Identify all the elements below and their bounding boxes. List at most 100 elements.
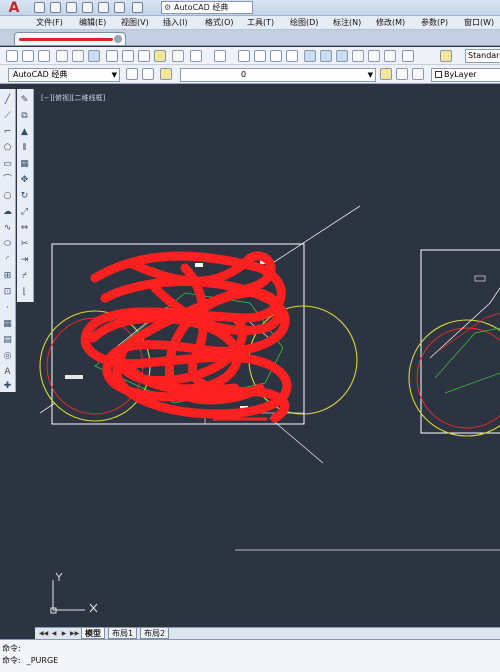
color-combo[interactable]: ByLayer	[431, 68, 500, 82]
zoom-realtime-icon[interactable]	[254, 50, 266, 62]
layer-properties-icon[interactable]	[142, 68, 154, 80]
plot-preview-icon[interactable]	[72, 50, 84, 62]
rectangle-icon[interactable]: ▭	[2, 159, 13, 170]
redo-icon[interactable]	[214, 50, 226, 62]
first-tab-icon[interactable]: ◀◀	[39, 629, 48, 638]
make-current-layer-icon[interactable]	[380, 68, 392, 80]
menu-insert[interactable]: 插入(I)	[163, 17, 188, 29]
tab-model[interactable]: 模型	[81, 628, 105, 639]
multiline-text-icon[interactable]: A	[2, 367, 13, 378]
menu-edit[interactable]: 编辑(E)	[79, 17, 106, 29]
zoom-window-icon[interactable]	[270, 50, 282, 62]
menu-parametric[interactable]: 参数(P)	[421, 17, 448, 29]
region-icon[interactable]: ◎	[2, 351, 13, 362]
line-icon[interactable]: ╱	[2, 95, 13, 106]
zoom-previous-icon[interactable]	[286, 50, 298, 62]
move-icon[interactable]: ✥	[19, 175, 30, 186]
menu-window[interactable]: 窗口(W)	[464, 17, 494, 29]
mirror-icon[interactable]: ▲	[19, 127, 30, 138]
frame-lines	[434, 327, 500, 379]
arc-icon[interactable]: ⌒	[2, 175, 13, 186]
save-icon[interactable]	[38, 50, 50, 62]
erase-icon[interactable]: ✎	[19, 95, 30, 106]
plot-icon[interactable]	[56, 50, 68, 62]
tab-layout2[interactable]: 布局2	[140, 628, 170, 639]
new-file-icon[interactable]	[34, 2, 45, 13]
menu-file[interactable]: 文件(F)	[36, 17, 63, 29]
save-as-icon[interactable]	[82, 2, 93, 13]
add-selected-icon[interactable]: ✚	[2, 381, 13, 392]
offset-icon[interactable]: ⫴	[19, 143, 30, 154]
undo-icon[interactable]	[114, 2, 125, 13]
layer-combo[interactable]: 0 ▼	[180, 68, 376, 82]
stretch-icon[interactable]: ⇔	[19, 223, 30, 234]
pan-icon[interactable]	[238, 50, 250, 62]
menu-modify[interactable]: 修改(M)	[376, 17, 405, 29]
print-icon[interactable]	[98, 2, 109, 13]
layer-previous-icon[interactable]	[396, 68, 408, 80]
fillet-icon[interactable]: ⌊	[19, 287, 30, 298]
ellipse-arc-icon[interactable]: ◜	[2, 255, 13, 266]
hatch-icon[interactable]: ▦	[2, 319, 13, 330]
menu-format[interactable]: 格式(O)	[205, 17, 234, 29]
close-tab-icon[interactable]	[114, 35, 122, 43]
spline-icon[interactable]: ∿	[2, 223, 13, 234]
redo-icon[interactable]	[132, 2, 143, 13]
markup-icon[interactable]	[368, 50, 380, 62]
publish-icon[interactable]	[88, 50, 100, 62]
point-icon[interactable]: ·	[2, 303, 13, 314]
menu-dimension[interactable]: 标注(N)	[333, 17, 361, 29]
circle-icon[interactable]: ○	[2, 191, 13, 202]
previous-tab-icon[interactable]: ◀	[50, 629, 58, 638]
revision-cloud-icon[interactable]: ☁	[2, 207, 13, 218]
trim-icon[interactable]: ✂	[19, 239, 30, 250]
workspace-switcher[interactable]: ⚙ AutoCAD 经典	[161, 1, 253, 14]
text-style-combo[interactable]: Standard	[465, 49, 500, 63]
insert-block-icon[interactable]: ⊞	[2, 271, 13, 282]
polygon-icon[interactable]: ⬠	[2, 143, 13, 154]
extend-icon[interactable]: ⇥	[19, 255, 30, 266]
match-properties-icon[interactable]	[154, 50, 166, 62]
construction-line-icon[interactable]: ⟋	[2, 111, 13, 122]
tab-layout1[interactable]: 布局1	[108, 628, 138, 639]
text-style-icon[interactable]	[440, 50, 452, 62]
command-line[interactable]: 命令: 命令: _PURGE	[0, 639, 500, 672]
design-center-icon[interactable]	[320, 50, 332, 62]
sheet-set-icon[interactable]	[352, 50, 364, 62]
copy-icon[interactable]	[122, 50, 134, 62]
gradient-icon[interactable]: ▤	[2, 335, 13, 346]
undo-icon[interactable]	[190, 50, 202, 62]
block-editor-icon[interactable]	[172, 50, 184, 62]
copy-object-icon[interactable]: ⧉	[19, 111, 30, 122]
array-icon[interactable]: ▦	[19, 159, 30, 170]
drawing-file-tab[interactable]	[14, 32, 126, 45]
properties-icon[interactable]	[304, 50, 316, 62]
scale-icon[interactable]: ⤢	[19, 207, 30, 218]
workspace-combo[interactable]: AutoCAD 经典 ▼	[8, 68, 120, 82]
menu-draw[interactable]: 绘图(D)	[290, 17, 318, 29]
tool-palettes-icon[interactable]	[336, 50, 348, 62]
next-tab-icon[interactable]: ▶	[60, 629, 68, 638]
rotate-icon[interactable]: ↻	[19, 191, 30, 202]
autocad-window: A ⚙ AutoCAD 经典 文件(F) 编辑(E) 视图(V) 插入(I) 格…	[0, 0, 500, 672]
ellipse-icon[interactable]: ⬭	[2, 239, 13, 250]
make-block-icon[interactable]: ⊡	[2, 287, 13, 298]
open-icon[interactable]	[22, 50, 34, 62]
break-icon[interactable]: ⌿	[19, 271, 30, 282]
workspace-settings-icon[interactable]	[126, 68, 138, 80]
menu-view[interactable]: 视图(V)	[121, 17, 149, 29]
open-file-icon[interactable]	[50, 2, 61, 13]
quickcalc-icon[interactable]	[384, 50, 396, 62]
help-icon[interactable]	[402, 50, 414, 62]
polyline-icon[interactable]: ⌐	[2, 127, 13, 138]
layer-state-icon[interactable]	[160, 68, 172, 80]
qnew-icon[interactable]	[6, 50, 18, 62]
cut-icon[interactable]	[106, 50, 118, 62]
paste-icon[interactable]	[138, 50, 150, 62]
drawing-area[interactable]: [−][俯视][二维线框]	[35, 88, 500, 628]
save-icon[interactable]	[66, 2, 77, 13]
last-tab-icon[interactable]: ▶▶	[70, 629, 79, 638]
menu-tools[interactable]: 工具(T)	[247, 17, 274, 29]
layer-walk-icon[interactable]	[412, 68, 424, 80]
autocad-logo-icon[interactable]: A	[4, 0, 24, 16]
